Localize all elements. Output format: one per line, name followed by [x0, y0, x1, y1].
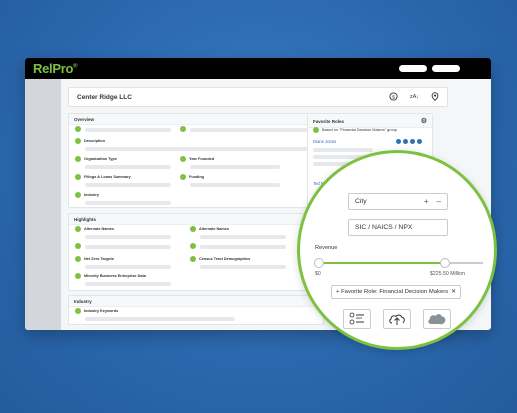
description-label: Description: [84, 139, 105, 143]
overview-panel: Overview Description Organization Type Y…: [68, 113, 324, 208]
sic-naics-field[interactable]: SIC / NAICS / NPX: [348, 219, 448, 236]
salesforce-cloud-icon: [428, 314, 446, 325]
highlights-title: Highlights: [69, 214, 323, 225]
phone-icon[interactable]: [410, 139, 415, 144]
gear-icon[interactable]: ⚙: [421, 117, 427, 125]
group-icon: [313, 127, 319, 133]
linkedin-icon[interactable]: [396, 139, 401, 144]
revenue-max: $225.50 Million: [430, 271, 465, 277]
sort-icon[interactable]: zA↓: [410, 94, 419, 100]
revenue-fill: [319, 262, 446, 264]
net-zero-icon: [75, 256, 81, 262]
dollar-circle-icon[interactable]: $: [389, 91, 398, 103]
census-label: Census Tract Demographics: [199, 257, 251, 261]
minus-icon[interactable]: –: [437, 197, 441, 206]
alt-names-icon: [75, 226, 81, 232]
census-icon: [190, 256, 196, 262]
highlight-icon: [190, 243, 196, 249]
relpro-logo[interactable]: RelPro®: [33, 61, 78, 76]
list-view-button[interactable]: [343, 309, 371, 329]
list-icon: [349, 312, 364, 325]
plus-icon[interactable]: +: [424, 197, 429, 206]
revenue-max-handle[interactable]: [440, 258, 451, 268]
org-type-icon: [75, 156, 81, 162]
alt-names-icon: [190, 226, 196, 232]
filings-label: Filings & Loans Summary: [84, 175, 131, 179]
highlights-panel: Highlights Alternate Names Alternate Nam…: [68, 213, 324, 291]
revenue-min: $0: [315, 271, 321, 277]
industry-icon: [75, 192, 81, 198]
industry-label: Industry: [84, 193, 99, 197]
year-founded-label: Year Founded: [189, 157, 215, 161]
nav-pill-2[interactable]: [432, 65, 460, 72]
alt-names-label-2: Alternate Names: [199, 227, 229, 231]
description-icon: [75, 138, 81, 144]
zoom-lens: City + – SIC / NAICS / NPX Revenue $0 $2…: [297, 150, 497, 350]
keywords-icon: [75, 308, 81, 314]
cloud-upload-icon: [389, 314, 405, 325]
svg-text:$: $: [392, 94, 395, 100]
alt-names-label: Alternate Names: [84, 227, 114, 231]
close-icon[interactable]: ✕: [451, 289, 456, 295]
location-pin-icon[interactable]: [431, 91, 439, 103]
person-name[interactable]: Diane Jones: [313, 139, 336, 144]
funding-label: Funding: [189, 175, 204, 179]
overview-icon: [180, 126, 186, 132]
info-icon[interactable]: [417, 139, 422, 144]
filings-icon: [75, 174, 81, 180]
minority-label: Minority Business Enterprise Data: [84, 274, 146, 278]
keywords-label: Industry Keywords: [84, 309, 119, 313]
minority-icon: [75, 273, 81, 279]
year-founded-icon: [180, 156, 186, 162]
net-zero-label: Net Zero Targets: [84, 257, 114, 261]
revenue-label: Revenue: [315, 245, 338, 251]
salesforce-button[interactable]: [423, 309, 451, 329]
upload-button[interactable]: [383, 309, 411, 329]
revenue-min-handle[interactable]: [314, 258, 324, 268]
email-icon[interactable]: [403, 139, 408, 144]
city-field[interactable]: City + –: [348, 193, 448, 210]
highlight-icon: [75, 243, 81, 249]
favorite-roles-note: Based on "Financial Decision Makers" gro…: [322, 128, 397, 132]
org-type-label: Organization Type: [84, 157, 117, 161]
overview-icon: [75, 126, 81, 132]
top-bar: RelPro®: [25, 58, 491, 79]
company-name: Center Ridge LLC: [77, 93, 132, 101]
industry-panel-title: Industry: [69, 296, 323, 307]
overview-title: Overview: [69, 114, 323, 125]
favorite-role-tag[interactable]: + Favorite Role: Financial Decision Make…: [331, 285, 462, 299]
funding-icon: [180, 174, 186, 180]
left-sidebar: [25, 79, 61, 330]
industry-panel: Industry Industry Keywords: [68, 295, 324, 325]
company-header: Center Ridge LLC $ zA↓: [68, 87, 448, 107]
favorite-roles-title: Favorite Roles ⚙: [308, 114, 432, 128]
nav-pill-1[interactable]: [399, 65, 427, 72]
